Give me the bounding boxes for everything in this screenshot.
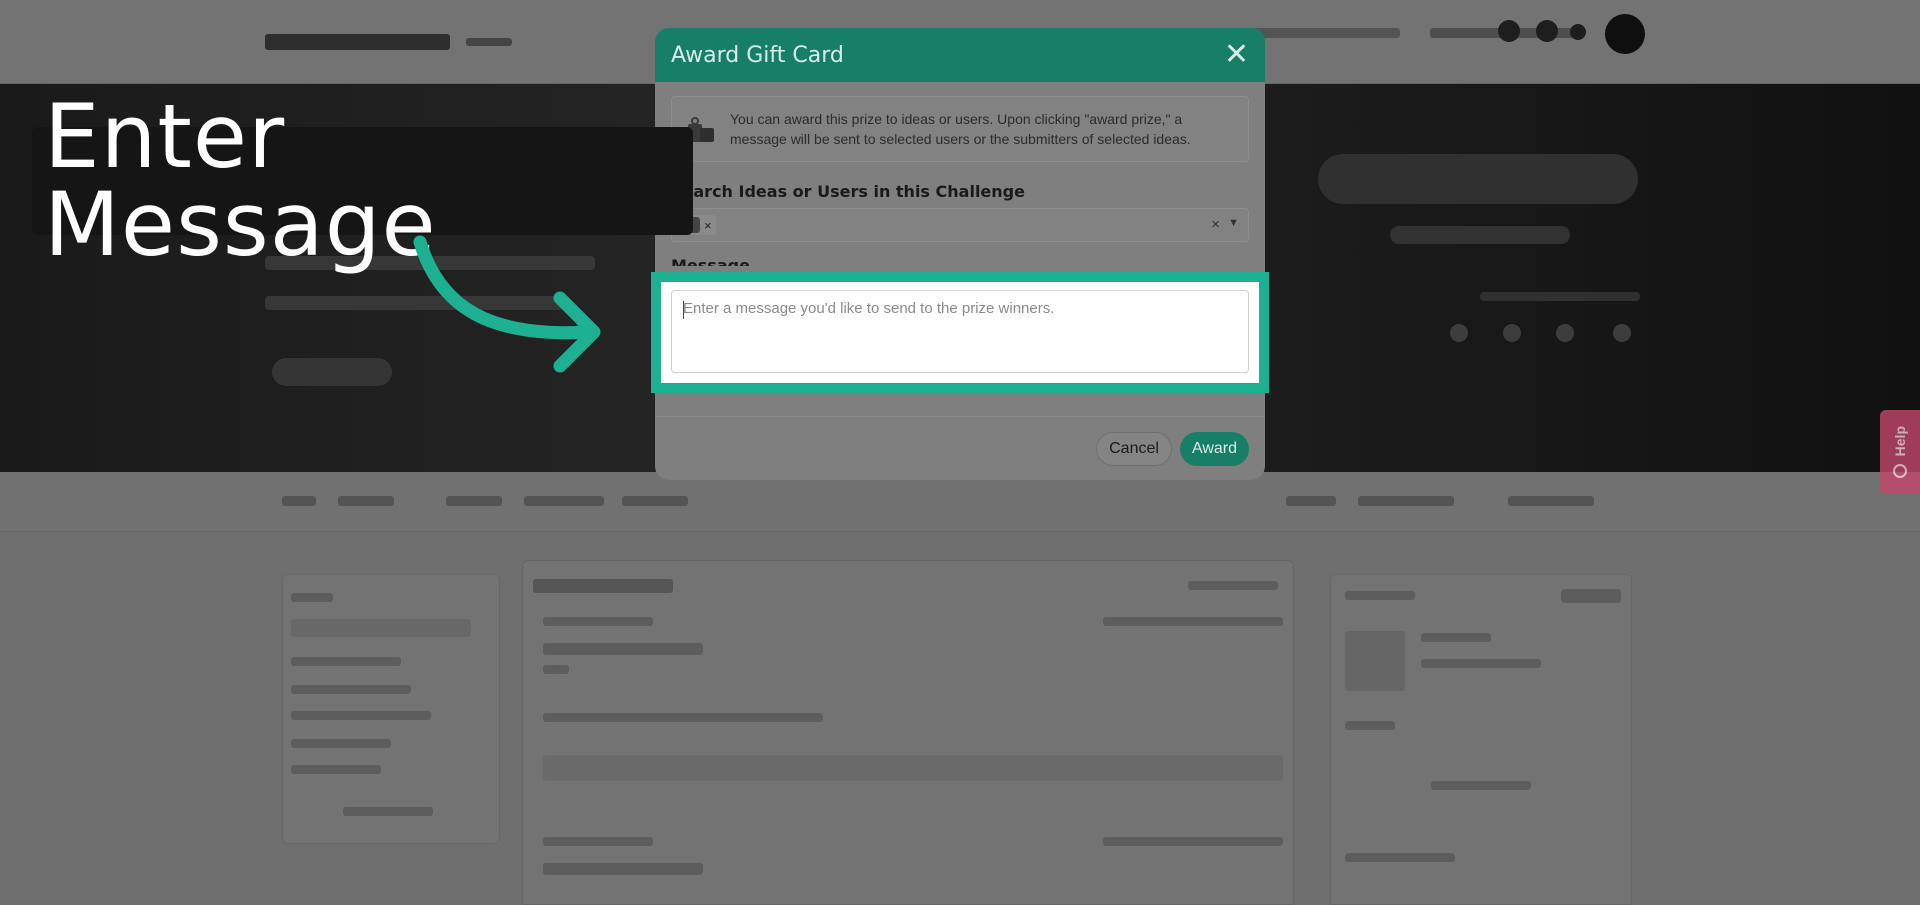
help-tab[interactable]: Help	[1880, 410, 1920, 494]
clear-selection-icon[interactable]: ×	[1211, 216, 1220, 233]
message-textarea[interactable]	[671, 290, 1249, 373]
arrow-icon	[413, 235, 601, 373]
modal-title: Award Gift Card	[671, 42, 844, 68]
info-message-box: You can award this prize to ideas or use…	[671, 96, 1249, 162]
close-icon[interactable]: ✕	[1224, 40, 1249, 70]
award-button[interactable]: Award	[1179, 431, 1249, 466]
chevron-down-icon[interactable]: ▼	[1228, 217, 1239, 229]
modal-footer: Cancel Award	[655, 416, 1265, 480]
help-tab-label: Help	[1892, 425, 1908, 457]
search-label: Search Ideas or Users in this Challenge	[671, 182, 1025, 201]
help-icon	[1893, 464, 1907, 479]
modal-header: Award Gift Card ✕	[655, 28, 1265, 82]
message-label: Message	[671, 256, 750, 266]
text-cursor	[683, 301, 684, 319]
info-text: You can award this prize to ideas or use…	[730, 111, 1191, 147]
cancel-button[interactable]: Cancel	[1096, 431, 1172, 466]
chip-remove-icon[interactable]: ×	[704, 218, 712, 233]
message-field-highlight	[651, 272, 1269, 393]
ideas-users-select[interactable]: × × ▼	[671, 208, 1249, 242]
award-gift-card-modal: Award Gift Card ✕ You can award this pri…	[655, 28, 1265, 480]
instruction-callout: Enter Message	[32, 93, 693, 269]
